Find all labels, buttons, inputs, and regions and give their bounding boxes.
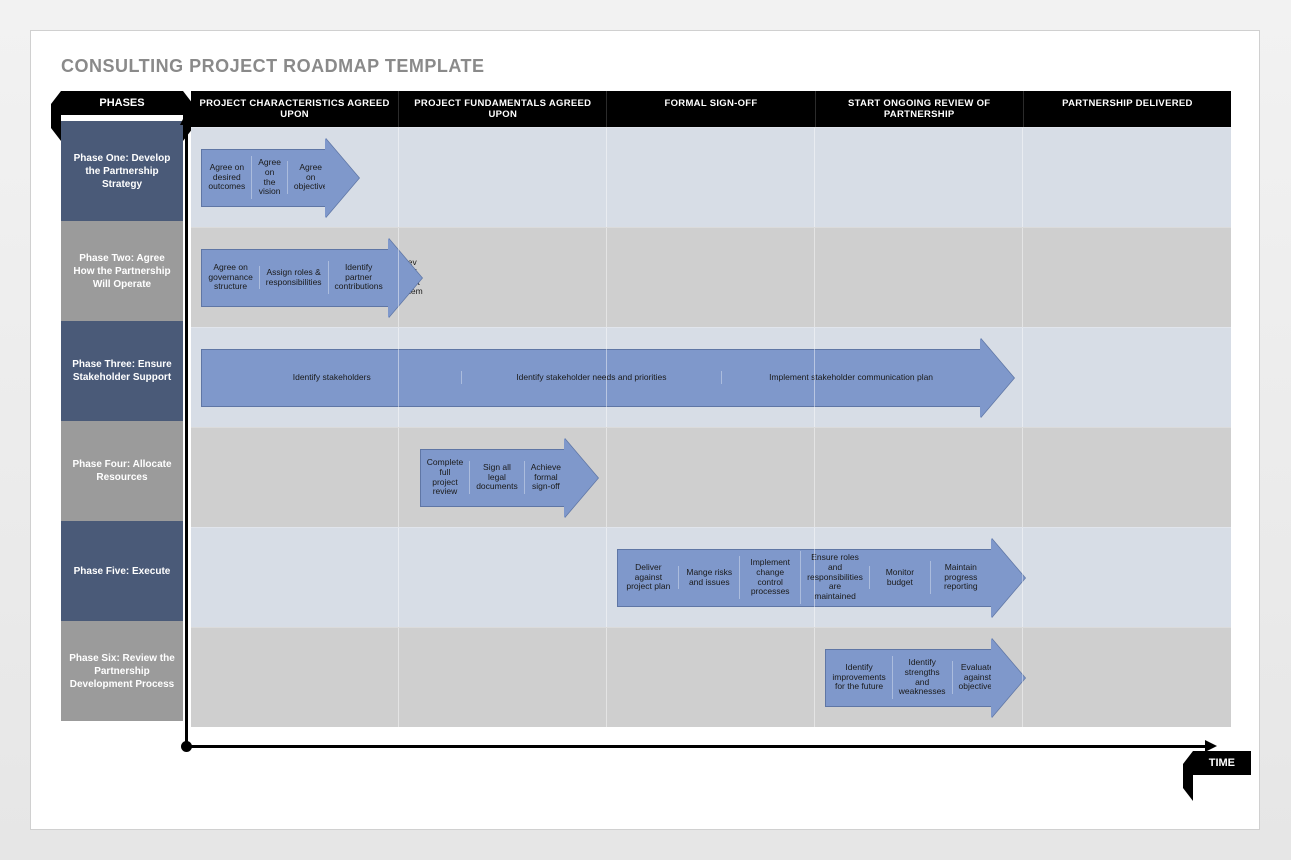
column-header: START ONGOING REVIEW OF PARTNERSHIP <box>815 91 1023 127</box>
phase-label: Phase Three: Ensure Stakeholder Support <box>61 321 183 421</box>
phase-label: Phase Five: Execute <box>61 521 183 621</box>
task-arrow: Complete full project reviewSign all leg… <box>420 449 566 507</box>
task-segment: Mange risks and issues <box>678 566 739 590</box>
roadmap-row: Identify improvements for the futureIden… <box>191 627 1231 727</box>
task-segment: Identify stakeholders <box>202 371 461 385</box>
task-segment: Evaluate against objectives <box>952 661 1003 694</box>
task-arrow: Identify stakeholdersIdentify stakeholde… <box>201 349 981 407</box>
task-segment: Identify improvements for the future <box>826 661 891 694</box>
task-segment: Agree on objective <box>287 161 334 194</box>
x-axis-line <box>185 745 1213 748</box>
phases-axis-label: PHASES <box>61 91 183 115</box>
task-segment: Assign roles & responsibilities <box>259 266 328 290</box>
task-segment: Complete full project review <box>421 456 469 499</box>
roadmap-area: PHASES Phase One: Develop the Partnershi… <box>61 91 1231 791</box>
page-title: CONSULTING PROJECT ROADMAP TEMPLATE <box>61 56 1229 77</box>
task-segment: Achieve formal sign-off <box>524 461 567 494</box>
roadmap-grid: PROJECT CHARACTERISTICS AGREED UPONPROJE… <box>191 91 1231 727</box>
column-header: FORMAL SIGN-OFF <box>606 91 814 127</box>
task-segment: Implement stakeholder communication plan <box>721 371 981 385</box>
phase-label: Phase One: Develop the Partnership Strat… <box>61 121 183 221</box>
task-arrow: Deliver against project planMange risks … <box>617 549 991 607</box>
task-arrow: Agree on desired outcomesAgree on the vi… <box>201 149 326 207</box>
task-segment: Identify strengths and weaknesses <box>892 656 952 699</box>
phase-label: Phase Six: Review the Partnership Develo… <box>61 621 183 721</box>
task-segment: Implement change control processes <box>739 556 800 599</box>
task-segment: Agree on desired outcomes <box>202 161 251 194</box>
column-headers: PROJECT CHARACTERISTICS AGREED UPONPROJE… <box>191 91 1231 127</box>
axis-origin-dot <box>181 741 192 752</box>
time-axis-label: TIME <box>1193 751 1251 775</box>
column-header: PARTNERSHIP DELIVERED <box>1023 91 1231 127</box>
roadmap-row: Deliver against project planMange risks … <box>191 527 1231 627</box>
phase-label: Phase Two: Agree How the Partnership Wil… <box>61 221 183 321</box>
y-axis-line <box>185 117 188 745</box>
phases-column: PHASES Phase One: Develop the Partnershi… <box>61 91 183 721</box>
task-segment: Monitor budget <box>869 566 930 590</box>
column-header: PROJECT CHARACTERISTICS AGREED UPON <box>191 91 398 127</box>
column-header: PROJECT FUNDAMENTALS AGREED UPON <box>398 91 606 127</box>
task-segment: Sign all legal documents <box>469 461 524 494</box>
roadmap-row: Complete full project reviewSign all leg… <box>191 427 1231 527</box>
task-segment: Agree on the vision <box>251 156 287 199</box>
task-segment: Maintain progress reporting <box>930 561 991 594</box>
task-arrow: Agree on governance structureAssign role… <box>201 249 388 307</box>
roadmap-row: Identify stakeholdersIdentify stakeholde… <box>191 327 1231 427</box>
task-segment: Identify stakeholder needs and prioritie… <box>461 371 721 385</box>
task-segment: Dev perf mgmt system <box>389 256 429 299</box>
task-arrow: Identify improvements for the futureIden… <box>825 649 991 707</box>
phase-label: Phase Four: Allocate Resources <box>61 421 183 521</box>
document-sheet: CONSULTING PROJECT ROADMAP TEMPLATE PHAS… <box>30 30 1260 830</box>
roadmap-row: Agree on governance structureAssign role… <box>191 227 1231 327</box>
task-segment: Agree on governance structure <box>202 261 258 294</box>
roadmap-row: Agree on desired outcomesAgree on the vi… <box>191 127 1231 227</box>
task-segment: Ensure roles and responsibilities are ma… <box>800 551 869 604</box>
task-segment: Deliver against project plan <box>618 561 678 594</box>
task-segment: Identify partner contributions <box>328 261 389 294</box>
